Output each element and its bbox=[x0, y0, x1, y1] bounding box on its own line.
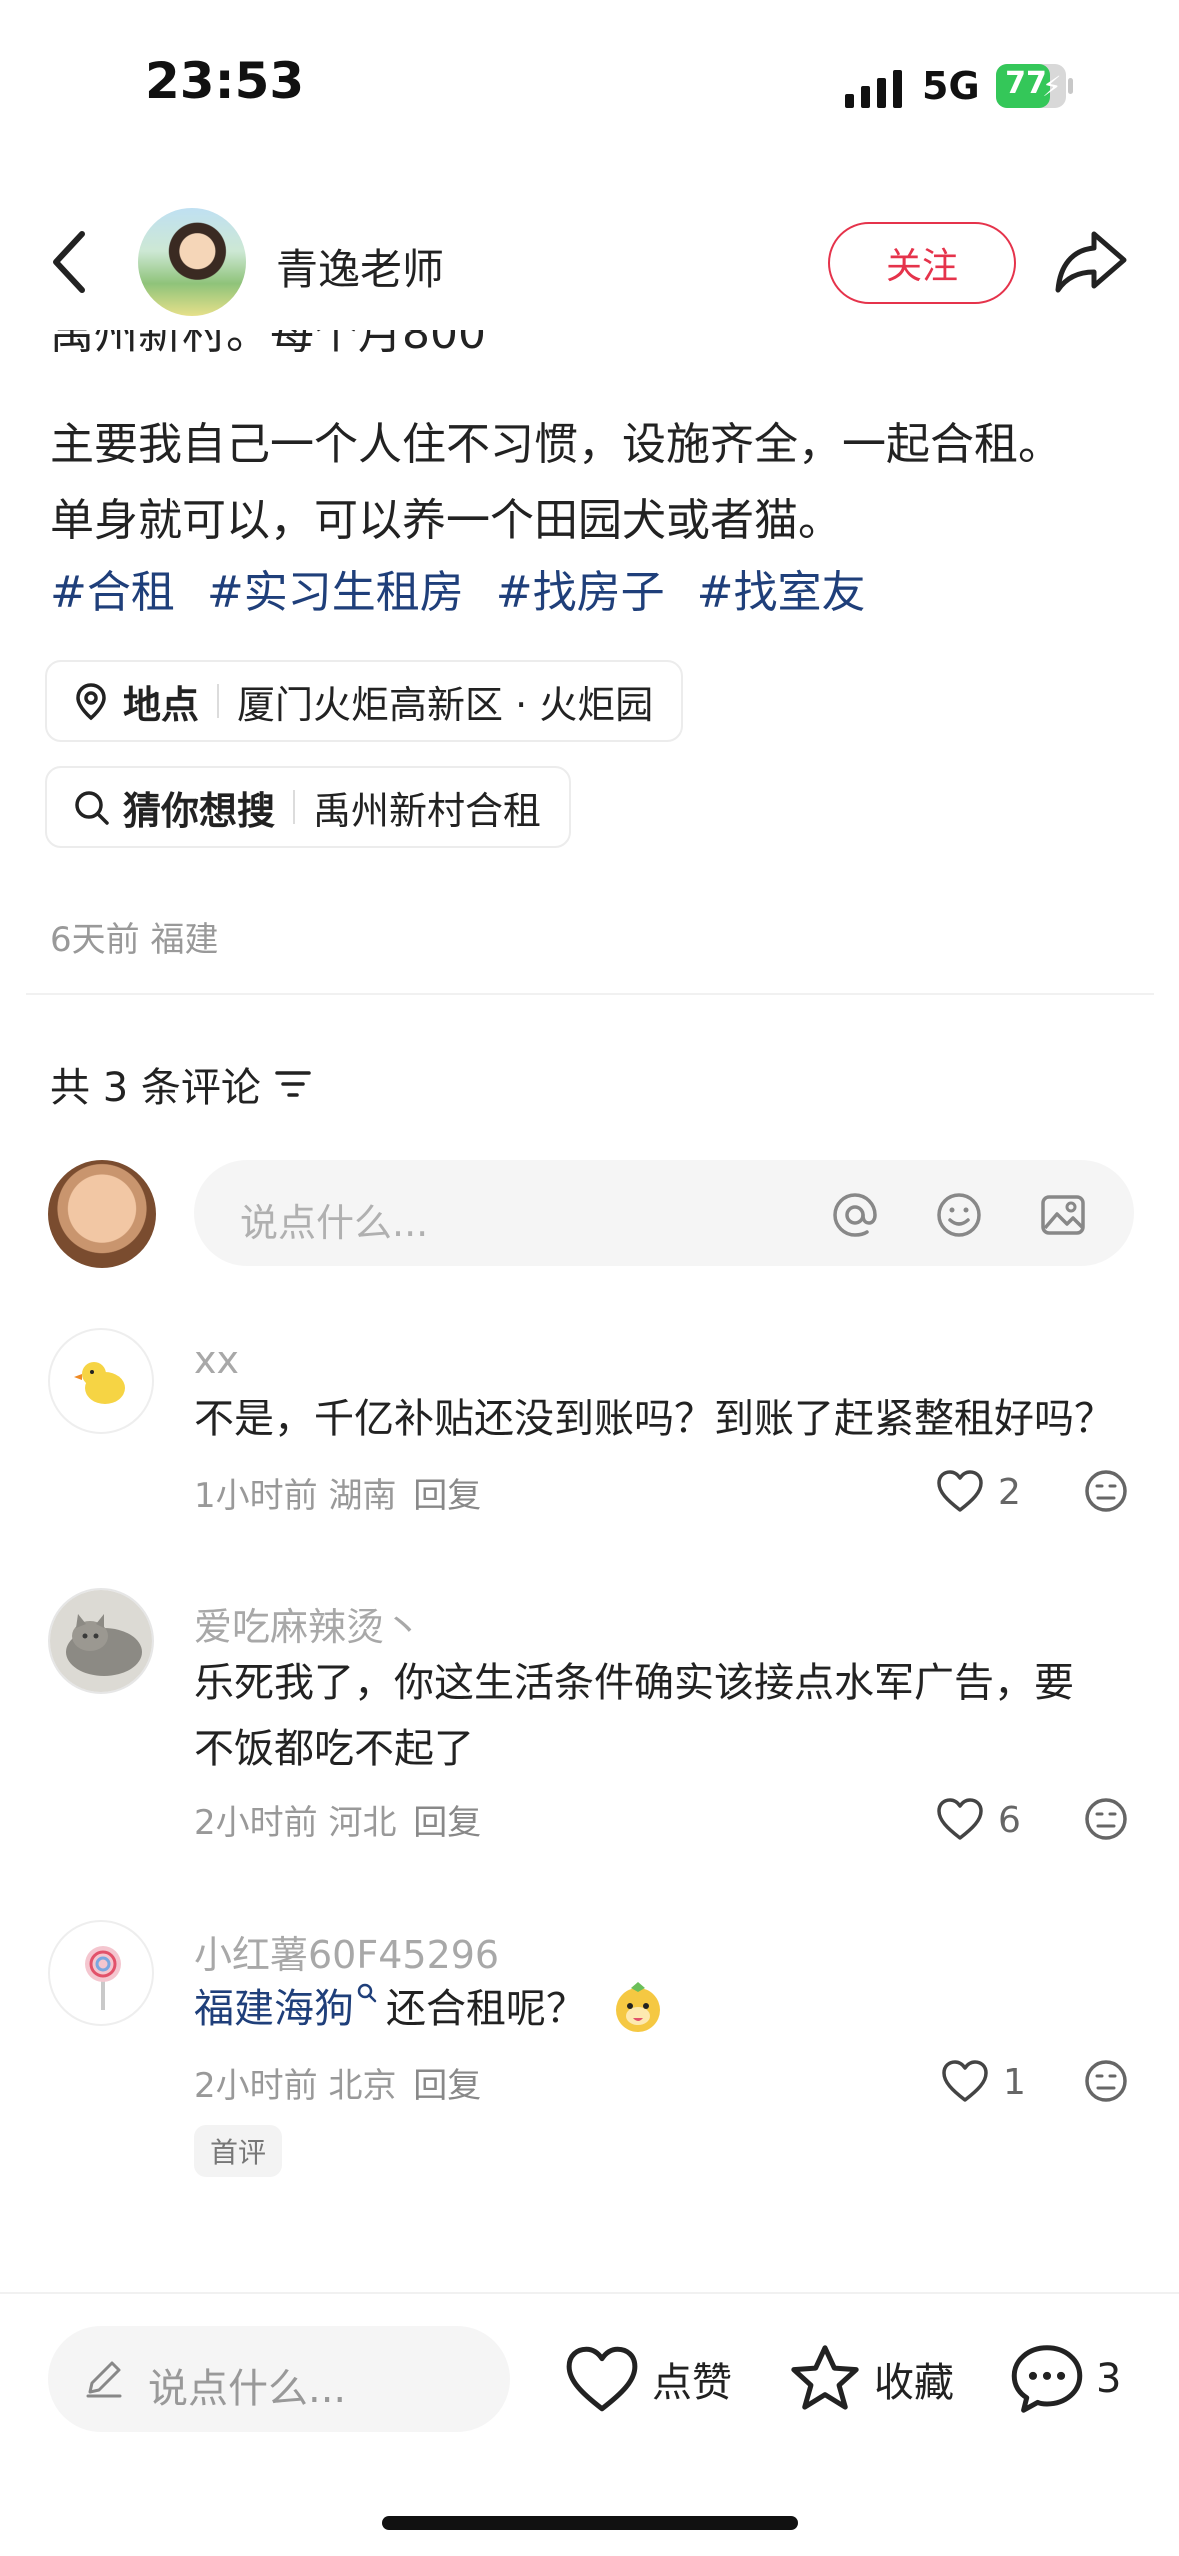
author-name[interactable]: 青逸老师 bbox=[276, 236, 444, 297]
lollipop-icon bbox=[85, 1946, 121, 2010]
comment-username[interactable]: xx bbox=[194, 1338, 239, 1382]
comment-input-placeholder: 说点什么... bbox=[240, 1201, 429, 1245]
bottom-input-placeholder: 说点什么... bbox=[148, 2366, 347, 2412]
comment-count[interactable]: 共 3 条评论 bbox=[50, 1055, 313, 1113]
tag-link[interactable]: #找室友 bbox=[697, 567, 866, 618]
home-indicator bbox=[382, 2516, 798, 2530]
reply-button[interactable]: 回复 bbox=[413, 1803, 481, 1843]
comment-input[interactable]: 说点什么... bbox=[194, 1160, 1134, 1266]
tag-link[interactable]: #找房子 bbox=[496, 567, 665, 618]
heart-icon bbox=[566, 2346, 638, 2412]
location-pin-icon bbox=[76, 683, 106, 721]
comment-meta: 2小时前 北京 回复 bbox=[194, 2066, 482, 2106]
post-text-cut-line: 禹州新村。每个月800 bbox=[50, 330, 486, 359]
author-avatar[interactable] bbox=[138, 208, 246, 316]
like-count: 1 bbox=[1003, 2062, 1026, 2103]
location-chip[interactable]: 地点 厦门火炬高新区 · 火炬园 bbox=[45, 660, 684, 742]
commenter-avatar[interactable] bbox=[48, 1328, 154, 1434]
pen-icon bbox=[86, 2361, 122, 2398]
cat-icon bbox=[50, 1590, 152, 1692]
status-time: 23:53 bbox=[145, 52, 305, 110]
post-tags: #合租 #实习生租房 #找房子 #找室友 bbox=[50, 556, 884, 620]
network-label: 5G bbox=[922, 64, 980, 108]
dog-emoji-icon bbox=[615, 1982, 660, 2032]
comment-text: 福建海狗 还合租呢？ bbox=[194, 1976, 665, 2042]
collect-label: 收藏 bbox=[874, 2360, 954, 2406]
sort-icon[interactable] bbox=[273, 1067, 313, 1101]
comment-meta: 2小时前 河北 回复 bbox=[194, 1803, 482, 1843]
comment-username[interactable]: 小红薯60F45296 bbox=[194, 1924, 499, 1979]
reply-button[interactable]: 回复 bbox=[413, 2066, 481, 2106]
duck-icon bbox=[74, 1362, 125, 1404]
emoji-icon[interactable] bbox=[934, 1190, 984, 1240]
image-icon[interactable] bbox=[1038, 1190, 1088, 1240]
comment-count-bottom: 3 bbox=[1096, 2356, 1122, 2402]
dislike-icon[interactable] bbox=[1083, 1796, 1129, 1842]
back-icon[interactable] bbox=[50, 230, 90, 294]
chat-bubble-icon bbox=[1011, 2345, 1083, 2413]
search-icon bbox=[75, 791, 109, 825]
tag-link[interactable]: #实习生租房 bbox=[207, 567, 464, 618]
like-icon[interactable] bbox=[935, 1796, 985, 1842]
dislike-icon[interactable] bbox=[1083, 2058, 1129, 2104]
at-icon[interactable] bbox=[830, 1190, 880, 1240]
like-icon[interactable] bbox=[940, 2058, 990, 2104]
search-suggestion-value: 禹州新村合租 bbox=[313, 788, 542, 833]
like-icon[interactable] bbox=[935, 1468, 985, 1514]
share-icon[interactable] bbox=[1054, 228, 1128, 294]
divider bbox=[0, 2292, 1179, 2294]
comment-username[interactable]: 爱吃麻辣烫丶 bbox=[194, 1596, 422, 1651]
commenter-avatar[interactable] bbox=[48, 1588, 154, 1694]
my-avatar bbox=[48, 1160, 156, 1268]
like-count: 6 bbox=[998, 1800, 1021, 1841]
comment-text: 乐死我了，你这生活条件确实该接点水军广告，要 bbox=[194, 1660, 1074, 1706]
dislike-icon[interactable] bbox=[1083, 1468, 1129, 1514]
commenter-avatar[interactable] bbox=[48, 1920, 154, 2026]
search-suggestion-chip[interactable]: 猜你想搜 禹州新村合租 bbox=[45, 766, 572, 848]
collect-button[interactable]: 收藏 bbox=[786, 2332, 954, 2426]
comment-text: 不饭都吃不起了 bbox=[194, 1726, 474, 1772]
like-button[interactable]: 点赞 bbox=[562, 2332, 732, 2426]
comment-button[interactable]: 3 bbox=[1008, 2332, 1121, 2426]
star-icon bbox=[791, 2345, 859, 2410]
like-count: 2 bbox=[998, 1472, 1021, 1513]
location-value: 厦门火炬高新区 · 火炬园 bbox=[237, 682, 654, 727]
location-label: 地点 bbox=[123, 682, 200, 727]
battery-icon: 77 ⚡ bbox=[996, 64, 1074, 108]
follow-button[interactable]: 关注 bbox=[828, 222, 1016, 304]
post-meta: 6天前 福建 bbox=[50, 920, 219, 960]
first-comment-badge: 首评 bbox=[194, 2125, 283, 2177]
reply-button[interactable]: 回复 bbox=[413, 1476, 481, 1516]
bottom-comment-input[interactable]: 说点什么... bbox=[48, 2326, 510, 2432]
post-text-line: 单身就可以，可以养一个田园犬或者猫。 bbox=[50, 495, 842, 546]
search-suggestion-label: 猜你想搜 bbox=[123, 788, 276, 833]
search-icon bbox=[357, 1983, 377, 2003]
like-label: 点赞 bbox=[652, 2360, 732, 2406]
signal-icon bbox=[845, 70, 902, 108]
tag-link[interactable]: #合租 bbox=[50, 567, 175, 618]
comment-meta: 1小时前 湖南 回复 bbox=[194, 1476, 482, 1516]
divider bbox=[26, 993, 1154, 995]
comment-text: 不是，千亿补贴还没到账吗？到账了赶紧整租好吗？ bbox=[194, 1396, 1114, 1442]
mention-link[interactable]: 福建海狗 bbox=[194, 1986, 354, 2032]
post-text-line: 主要我自己一个人住不习惯，设施齐全，一起合租。 bbox=[50, 419, 1062, 470]
